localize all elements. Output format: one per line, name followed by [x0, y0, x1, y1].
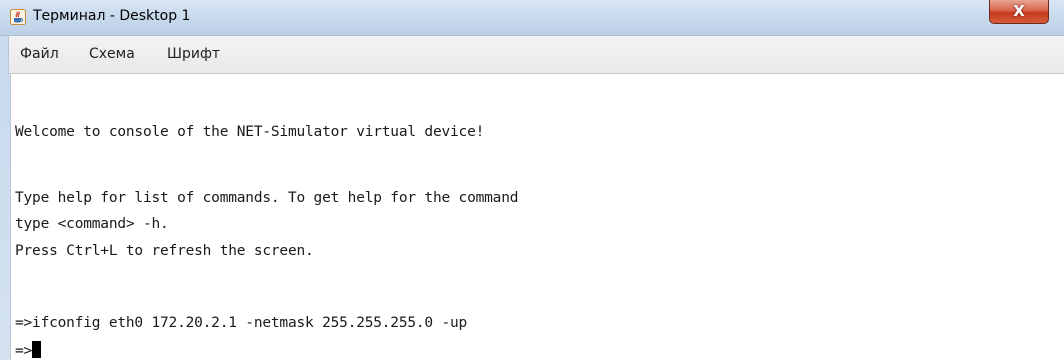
java-cup-icon — [10, 9, 26, 25]
menu-bar: Файл Схема Шрифт — [0, 36, 1064, 74]
menu-font[interactable]: Шрифт — [167, 46, 220, 62]
text-cursor — [32, 341, 42, 358]
window-frame-left — [0, 36, 9, 74]
close-icon: X — [1013, 2, 1025, 20]
close-button[interactable]: X — [989, 0, 1049, 24]
window-frame-left — [0, 74, 11, 360]
console-line: type <command> -h. — [15, 216, 169, 232]
console-line: Press Ctrl+L to refresh the screen. — [15, 243, 314, 259]
console-line: Type help for list of commands. To get h… — [15, 190, 519, 206]
console-output[interactable]: Welcome to console of the NET-Simulator … — [0, 74, 1064, 360]
menu-scheme[interactable]: Схема — [89, 46, 135, 62]
window-title: Терминал - Desktop 1 — [33, 8, 191, 24]
console-line: Welcome to console of the NET-Simulator … — [15, 124, 485, 140]
terminal-window: Терминал - Desktop 1 X Файл Схема Шрифт … — [0, 0, 1064, 360]
menu-file[interactable]: Файл — [20, 46, 59, 62]
console-command-line: =>ifconfig eth0 172.20.2.1 -netmask 255.… — [15, 315, 468, 331]
console-prompt-line[interactable]: => — [15, 341, 42, 359]
console-prompt: => — [15, 343, 33, 359]
title-bar[interactable]: Терминал - Desktop 1 X — [0, 0, 1064, 36]
